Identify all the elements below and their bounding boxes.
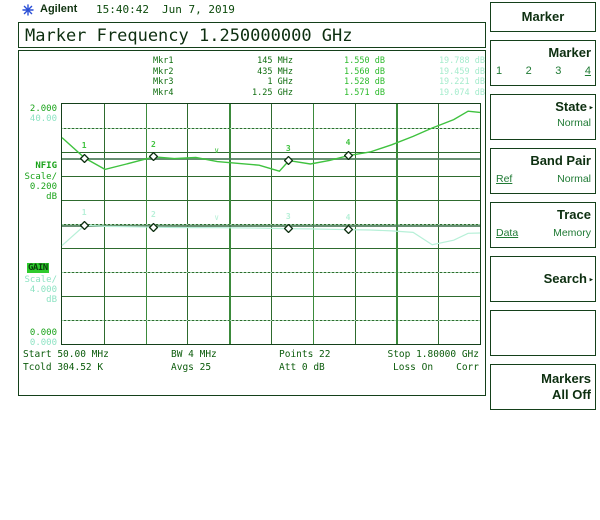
status-bw: BW 4 MHz	[171, 349, 217, 360]
marker-number-options[interactable]: 1 2 3 4	[496, 65, 591, 77]
status-corr: Corr	[456, 362, 479, 373]
marker-frequency: 1 GHz	[267, 77, 293, 88]
status-stop: Stop 1.80000 GHz	[387, 349, 479, 360]
marker-nf-value: 1.550 dB	[344, 56, 385, 66]
nf-scale-name: NFIG	[35, 161, 57, 171]
softkey-search[interactable]: Search ▸	[490, 256, 596, 302]
marker-nf-value: 1.571 dB	[344, 87, 385, 98]
table-row: Mkr4 1.25 GHz 1.571 dB 19.074 dB	[137, 88, 485, 99]
softkey-state[interactable]: State ▸ Normal	[490, 94, 596, 140]
status-loss: Loss On	[393, 362, 434, 373]
marker-gain-value: 19.221 dB	[438, 77, 485, 88]
softkey-markers-all-off[interactable]: Markers All Off	[490, 364, 596, 410]
chevron-right-icon: ▸	[588, 275, 594, 285]
softkey-trace-label: Trace	[557, 207, 591, 222]
marker-diamond[interactable]	[149, 222, 159, 232]
marker-nf-value: 1.528 dB	[344, 77, 385, 88]
active-entry-box[interactable]: Marker Frequency 1.250000000 GHz	[18, 22, 486, 48]
gain-scale-unit: dB	[46, 295, 57, 305]
marker-option-3[interactable]: 3	[555, 65, 561, 77]
softkey-title-label: Marker	[521, 9, 565, 24]
status-row-1: Start 50.00 MHz BW 4 MHz Points 22 Stop …	[21, 349, 483, 362]
marker-number-label: 1	[81, 208, 87, 218]
softkey-trace-left[interactable]: Data	[496, 227, 518, 239]
marker-readout-table: Mkr1 145 MHz 1.550 dB 19.788 dB Mkr2 435…	[137, 56, 485, 98]
marker-option-1[interactable]: 1	[496, 65, 502, 77]
status-tcold: Tcold 304.52 K	[23, 362, 104, 373]
marker-frequency: 145 MHz	[257, 56, 293, 66]
chevron-right-icon: ▸	[588, 103, 594, 113]
nf-scale-top: 2.000	[29, 104, 57, 114]
status-bar: Start 50.00 MHz BW 4 MHz Points 22 Stop …	[21, 349, 483, 375]
marker-diamond[interactable]	[80, 220, 90, 230]
softkey-state-value: Normal	[557, 117, 591, 129]
marker-name: Mkr2	[153, 66, 174, 77]
softkey-band-pair-label: Band Pair	[530, 153, 591, 168]
agilent-starburst-icon	[22, 4, 34, 16]
marker-diamond[interactable]	[344, 225, 354, 235]
softkey-trace-value[interactable]: Memory	[553, 227, 591, 239]
softkey-search-label: Search	[543, 271, 587, 286]
marker-name: Mkr3	[153, 77, 174, 88]
softkey-band-pair-left[interactable]: Ref	[496, 173, 512, 185]
marker-gain-value: 19.788 dB	[438, 56, 485, 66]
gain-scale-bottom: 0.000	[29, 338, 57, 348]
marker-frequency: 435 MHz	[257, 66, 293, 77]
nf-scale-per-div-label: Scale/	[24, 172, 57, 182]
softkey-state-label: State	[555, 99, 587, 114]
trace-gain	[61, 224, 481, 247]
status-att: Att 0 dB	[279, 362, 325, 373]
status-avgs: Avgs 25	[171, 362, 212, 373]
softkey-marker-label: Marker	[548, 45, 591, 60]
marker-name: Mkr4	[153, 87, 174, 98]
status-points: Points 22	[279, 349, 331, 360]
marker-option-4[interactable]: 4	[585, 65, 591, 77]
marker-diamond[interactable]	[284, 224, 294, 234]
softkey-markers-all-off-line2: All Off	[552, 387, 591, 402]
softkey-blank[interactable]	[490, 310, 596, 356]
softkey-marker-select[interactable]: Marker 1 2 3 4	[490, 40, 596, 86]
instrument-screen: Agilent 15:40:42 Jun 7, 2019 Marker Freq…	[0, 0, 600, 520]
marker-frequency: 1.25 GHz	[252, 87, 293, 98]
nf-scale-bottom: 0.000	[29, 328, 57, 338]
softkey-band-pair[interactable]: Band Pair Ref Normal	[490, 148, 596, 194]
table-row: Mkr1 145 MHz 1.550 dB 19.788 dB	[137, 56, 485, 67]
active-entry-text: Marker Frequency 1.250000000 GHz	[25, 26, 353, 46]
marker-number-label: 2	[150, 210, 156, 220]
table-row: Mkr2 435 MHz 1.560 dB 19.459 dB	[137, 67, 485, 78]
marker-option-2[interactable]: 2	[526, 65, 532, 77]
status-row-2: Tcold 304.52 K Avgs 25 Att 0 dB Loss On …	[21, 362, 483, 375]
softkey-trace[interactable]: Trace Data Memory	[490, 202, 596, 248]
gain-scale-per-div-label: Scale/	[24, 275, 57, 285]
nf-scale-unit: dB	[46, 192, 57, 202]
marker-nf-value: 1.560 dB	[344, 66, 385, 77]
marker-gain-value: 19.074 dB	[438, 87, 485, 98]
table-row: Mkr3 1 GHz 1.528 dB 19.221 dB	[137, 77, 485, 88]
status-start: Start 50.00 MHz	[23, 349, 109, 360]
gain-scale-top: 40.00	[29, 114, 57, 124]
softkey-markers-all-off-line1: Markers	[541, 371, 591, 386]
clock-label: 15:40:42	[96, 3, 149, 16]
marker-name: Mkr1	[153, 56, 174, 66]
nf-scale-per-div-value: 0.200	[29, 182, 57, 192]
reference-tick-icon: ∨	[214, 213, 220, 223]
softkey-menu-title: Marker	[490, 2, 596, 32]
softkey-panel: Marker Marker 1 2 3 4 State ▸ Normal Ban…	[486, 0, 600, 420]
brand-label: Agilent	[40, 3, 78, 15]
measurement-display: Mkr1 145 MHz 1.550 dB 19.788 dB Mkr2 435…	[18, 50, 486, 396]
marker-gain-value: 19.459 dB	[438, 66, 485, 77]
gain-scale-name[interactable]: GAIN	[27, 263, 49, 273]
graticule: 1 2 3 4 ∨ 1 2 3 4 ∨	[61, 103, 481, 345]
top-status-bar: Agilent 15:40:42 Jun 7, 2019	[0, 0, 484, 20]
marker-number-label: 4	[345, 212, 351, 222]
date-label: Jun 7, 2019	[162, 3, 235, 16]
gain-scale-per-div-value: 4.000	[29, 285, 57, 295]
marker-number-label: 3	[285, 211, 291, 221]
softkey-band-pair-value[interactable]: Normal	[557, 173, 591, 185]
